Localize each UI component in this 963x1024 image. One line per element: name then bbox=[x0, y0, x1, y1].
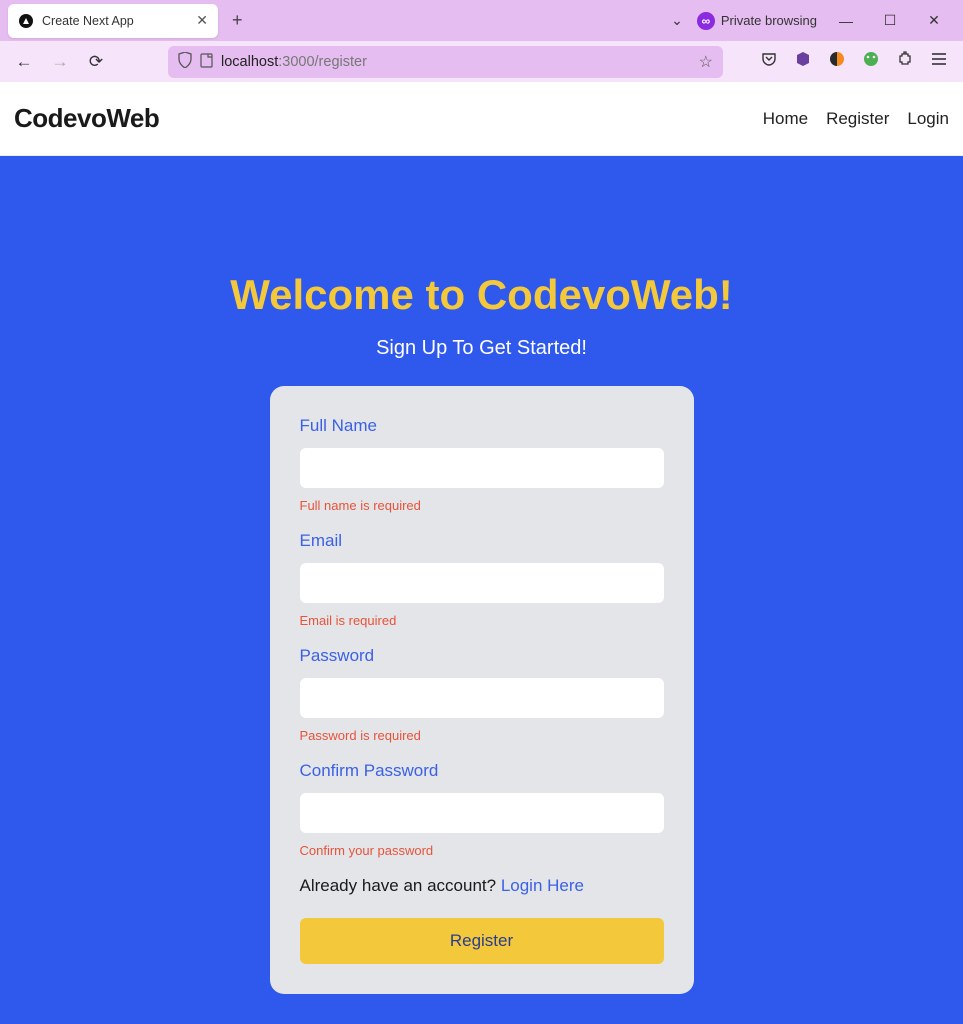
bookmark-star-icon[interactable]: ☆ bbox=[699, 52, 713, 72]
hero-section: Welcome to CodevoWeb! Sign Up To Get Sta… bbox=[0, 156, 963, 1024]
url-path: :3000/register bbox=[278, 54, 367, 70]
browser-toolbar: ← → ⟳ localhost:3000/register ☆ bbox=[0, 41, 963, 82]
login-prompt: Already have an account? Login Here bbox=[300, 876, 664, 896]
window-maximize-icon[interactable]: ☐ bbox=[875, 12, 905, 29]
welcome-title: Welcome to CodevoWeb! bbox=[230, 271, 733, 319]
url-text: localhost:3000/register bbox=[221, 54, 691, 70]
window-minimize-icon[interactable]: — bbox=[831, 13, 861, 29]
nav-links: Home Register Login bbox=[763, 109, 949, 129]
tab-bar: Create Next App ✕ + ⌄ Private browsing —… bbox=[0, 0, 963, 41]
password-label: Password bbox=[300, 646, 664, 666]
confirm-label: Confirm Password bbox=[300, 761, 664, 781]
nav-home[interactable]: Home bbox=[763, 109, 808, 129]
url-host: localhost bbox=[221, 54, 278, 70]
tab-close-icon[interactable]: ✕ bbox=[196, 12, 208, 29]
ext-green-icon[interactable] bbox=[863, 51, 879, 72]
register-button[interactable]: Register bbox=[300, 918, 664, 964]
password-error: Password is required bbox=[300, 728, 664, 743]
mask-icon bbox=[697, 12, 715, 30]
email-label: Email bbox=[300, 531, 664, 551]
ext-purple-icon[interactable] bbox=[795, 51, 811, 72]
nav-register[interactable]: Register bbox=[826, 109, 889, 129]
nav-back-icon[interactable]: ← bbox=[10, 52, 38, 72]
field-confirm: Confirm Password Confirm your password bbox=[300, 761, 664, 858]
browser-chrome: Create Next App ✕ + ⌄ Private browsing —… bbox=[0, 0, 963, 82]
new-tab-button[interactable]: + bbox=[226, 10, 249, 31]
email-error: Email is required bbox=[300, 613, 664, 628]
field-password: Password Password is required bbox=[300, 646, 664, 743]
site-logo[interactable]: CodevoWeb bbox=[14, 103, 159, 134]
email-input[interactable] bbox=[300, 563, 664, 603]
nav-login[interactable]: Login bbox=[907, 109, 949, 129]
confirm-error: Confirm your password bbox=[300, 843, 664, 858]
pocket-icon[interactable] bbox=[761, 51, 777, 72]
subtitle: Sign Up To Get Started! bbox=[376, 337, 587, 360]
fullname-label: Full Name bbox=[300, 416, 664, 436]
fullname-input[interactable] bbox=[300, 448, 664, 488]
login-prompt-text: Already have an account? bbox=[300, 876, 501, 895]
site-header: CodevoWeb Home Register Login bbox=[0, 82, 963, 156]
address-bar[interactable]: localhost:3000/register ☆ bbox=[168, 46, 723, 78]
page-viewport: CodevoWeb Home Register Login Welcome to… bbox=[0, 82, 963, 1024]
browser-tab[interactable]: Create Next App ✕ bbox=[8, 4, 218, 38]
tab-list-chevron-icon[interactable]: ⌄ bbox=[671, 12, 683, 29]
private-browsing-label: Private browsing bbox=[721, 13, 817, 28]
nav-reload-icon[interactable]: ⟳ bbox=[82, 52, 110, 72]
login-here-link[interactable]: Login Here bbox=[501, 876, 584, 895]
password-input[interactable] bbox=[300, 678, 664, 718]
tab-title: Create Next App bbox=[42, 14, 188, 28]
register-card: Full Name Full name is required Email Em… bbox=[270, 386, 694, 994]
tab-favicon-icon bbox=[18, 13, 34, 29]
shield-icon[interactable] bbox=[178, 52, 192, 71]
page-info-icon[interactable] bbox=[200, 53, 213, 71]
private-browsing-badge: Private browsing bbox=[697, 12, 817, 30]
app-menu-icon[interactable] bbox=[931, 52, 947, 71]
nav-forward-icon[interactable]: → bbox=[46, 52, 74, 72]
field-fullname: Full Name Full name is required bbox=[300, 416, 664, 513]
window-close-icon[interactable]: ✕ bbox=[919, 12, 949, 29]
field-email: Email Email is required bbox=[300, 531, 664, 628]
ext-orange-icon[interactable] bbox=[829, 51, 845, 72]
confirm-input[interactable] bbox=[300, 793, 664, 833]
extensions-icon[interactable] bbox=[897, 51, 913, 72]
fullname-error: Full name is required bbox=[300, 498, 664, 513]
